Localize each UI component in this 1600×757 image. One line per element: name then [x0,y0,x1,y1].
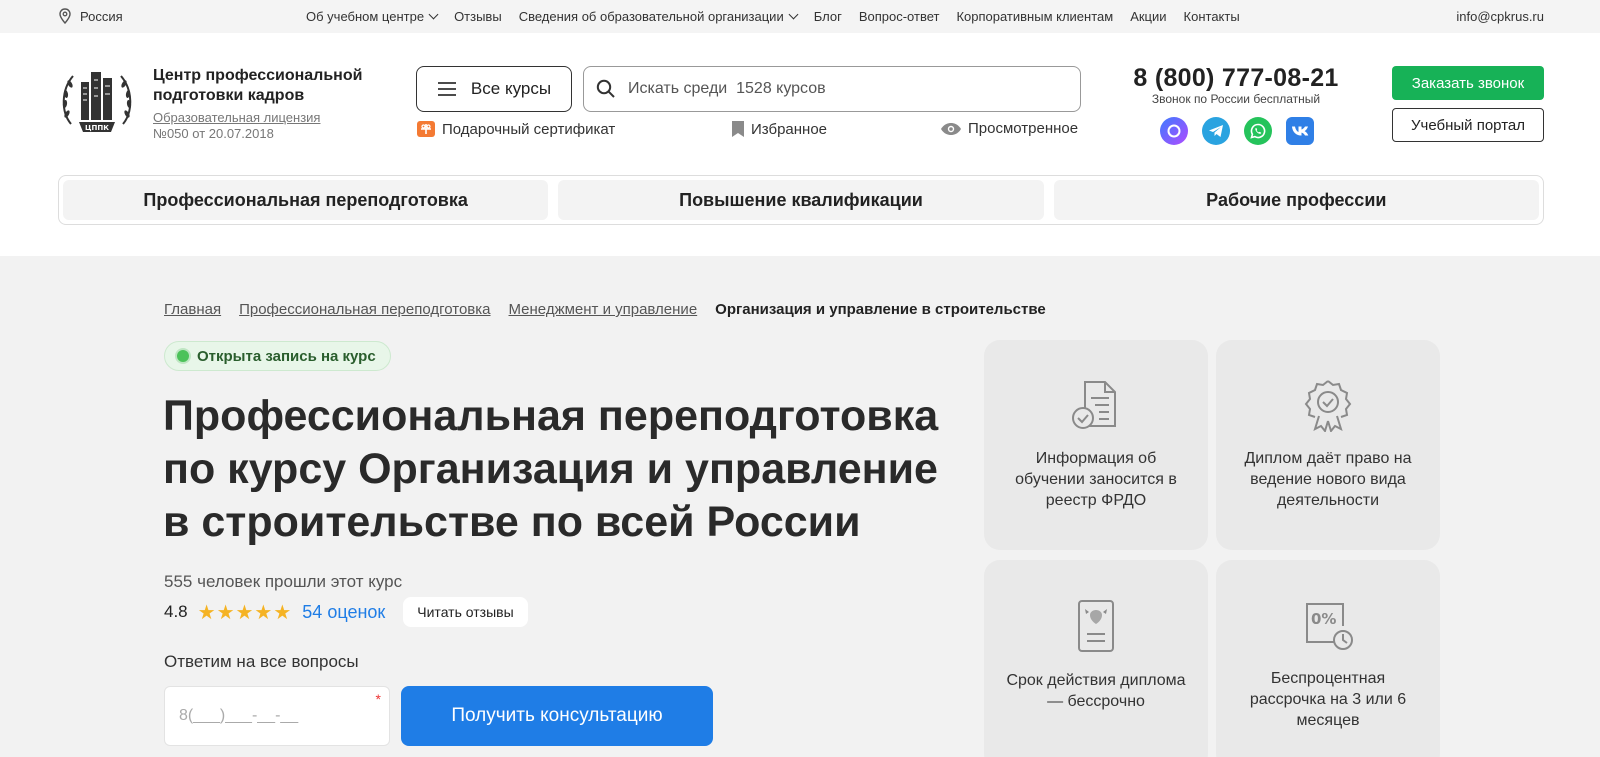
brand-name-line1: Центр профессиональной [153,67,363,84]
nav-reviews[interactable]: Отзывы [454,9,502,24]
all-courses-label: Все курсы [470,79,552,98]
logo-text: ЦППК [85,124,109,132]
location-pin-icon [59,8,71,24]
category-tabs: Профессиональная переподготовка Повышени… [58,175,1544,225]
award-badge-icon [1304,380,1352,432]
brand-block: Центр профессиональной подготовки кадров… [153,66,362,142]
gift-certificate-link[interactable]: Подарочный сертификат [416,120,615,138]
svg-text:0%: 0% [1311,610,1336,628]
phone-number[interactable]: 8 (800) 777-08-21 [1126,64,1346,93]
top-bar: Россия Об учебном центре Отзывы Сведения… [0,0,1600,33]
breadcrumb-management[interactable]: Менеджмент и управление [509,301,698,318]
breadcrumb-current: Организация и управление в строительстве [715,301,1046,318]
max-messenger-icon[interactable] [1160,117,1188,145]
feature-text-installment: Беспроцентная рассрочка на 3 или 6 месяц… [1249,670,1407,729]
phone-field[interactable] [165,687,389,745]
bookmark-icon [732,121,744,137]
menu-icon [437,82,456,96]
telegram-icon[interactable] [1202,117,1230,145]
title-line3: в строительстве по всей России [163,498,861,546]
nav-contacts[interactable]: Контакты [1184,9,1240,24]
viewed-link[interactable]: Просмотренное [940,120,1078,137]
status-dot-icon [177,350,189,362]
tab-working-professions[interactable]: Рабочие профессии [1053,180,1539,220]
document-check-icon [1072,381,1116,429]
feature-card-diploma-rights: Диплом даёт право на ведение нового вида… [1216,340,1440,550]
feature-text-validity: Срок действия диплома — бессрочно [1006,672,1186,710]
students-count: 555 человек прошли этот курс [164,572,403,591]
status-badge-label: Открыта запись на курс [197,347,376,365]
breadcrumb-home[interactable]: Главная [164,301,221,318]
required-asterisk-icon: * [375,691,381,707]
all-courses-button[interactable]: Все курсы [416,66,572,112]
nav-promotions[interactable]: Акции [1130,9,1166,24]
whatsapp-icon[interactable] [1244,117,1272,145]
rating-row: 4.8 ★★★★★ 54 оценок Читать отзывы [164,597,528,627]
nav-faq[interactable]: Вопрос-ответ [859,9,940,24]
get-consultation-button[interactable]: Получить консультацию [401,686,713,746]
tab-retraining[interactable]: Профессиональная переподготовка [63,180,549,220]
location-label: Россия [80,8,123,24]
diploma-emblem-icon [1078,600,1114,652]
consult-label: Ответим на все вопросы [164,652,359,671]
feature-card-installment: 0% Беспроцентная рассрочка на 3 или 6 ме… [1216,560,1440,757]
learning-portal-button[interactable]: Учебный портал [1392,108,1544,142]
rating-stars-icon: ★★★★★ [197,601,293,624]
logo-emblem[interactable]: ЦППК [57,62,137,142]
brand-name-line2: подготовки кадров [153,87,305,104]
page-title: Профессиональная переподготовка по курсу… [163,390,963,549]
email-link[interactable]: info@cpkrus.ru [1456,9,1544,24]
top-nav: Об учебном центре Отзывы Сведения об обр… [306,9,1240,24]
gift-label: Подарочный сертификат [442,120,616,138]
location-selector[interactable]: Россия [58,8,123,24]
course-hero: Главная Профессиональная переподготовка … [0,256,1600,757]
tab-qualification[interactable]: Повышение квалификации [558,180,1044,220]
license-link[interactable]: Образовательная лицензия [153,110,320,125]
feature-card-validity: Срок действия диплома — бессрочно [984,560,1208,757]
phone-block: 8 (800) 777-08-21 Звонок по России беспл… [1126,64,1346,106]
read-reviews-button[interactable]: Читать отзывы [403,597,528,627]
nav-blog[interactable]: Блог [814,9,842,24]
favorites-label: Избранное [751,120,828,138]
ratings-count-link[interactable]: 54 оценок [302,602,385,623]
title-line1: Профессиональная переподготовка [163,392,939,440]
eye-icon [941,122,961,135]
nav-about[interactable]: Об учебном центре [306,9,437,24]
viewed-label: Просмотренное [968,120,1079,137]
social-links [1160,117,1314,145]
percent-clock-icon: 0% [1306,603,1353,650]
feature-card-frdo: Информация об обучении заносится в реест… [984,340,1208,550]
vk-icon[interactable] [1286,117,1314,145]
title-line2: по курсу Организация и управление [163,445,938,493]
phone-note: Звонок по России бесплатный [1151,92,1321,106]
feature-text-frdo: Информация об обучении заносится в реест… [1015,450,1177,509]
search-icon[interactable] [596,79,616,99]
feature-text-diploma-rights: Диплом даёт право на ведение нового вида… [1244,450,1412,509]
order-call-button[interactable]: Заказать звонок [1392,66,1544,100]
search-box [583,66,1081,112]
search-input[interactable] [628,80,1058,98]
nav-corporate[interactable]: Корпоративным клиентам [956,9,1113,24]
breadcrumb-retraining[interactable]: Профессиональная переподготовка [239,301,490,318]
status-badge: Открыта запись на курс [164,341,391,371]
nav-org-info[interactable]: Сведения об образовательной организации [519,9,797,24]
gift-icon [417,121,435,137]
license-number: №050 от 20.07.2018 [153,126,274,141]
breadcrumb: Главная Профессиональная переподготовка … [164,301,1046,318]
favorites-link[interactable]: Избранное [731,120,827,138]
phone-field-wrapper: * [164,686,390,746]
rating-value: 4.8 [164,602,188,621]
